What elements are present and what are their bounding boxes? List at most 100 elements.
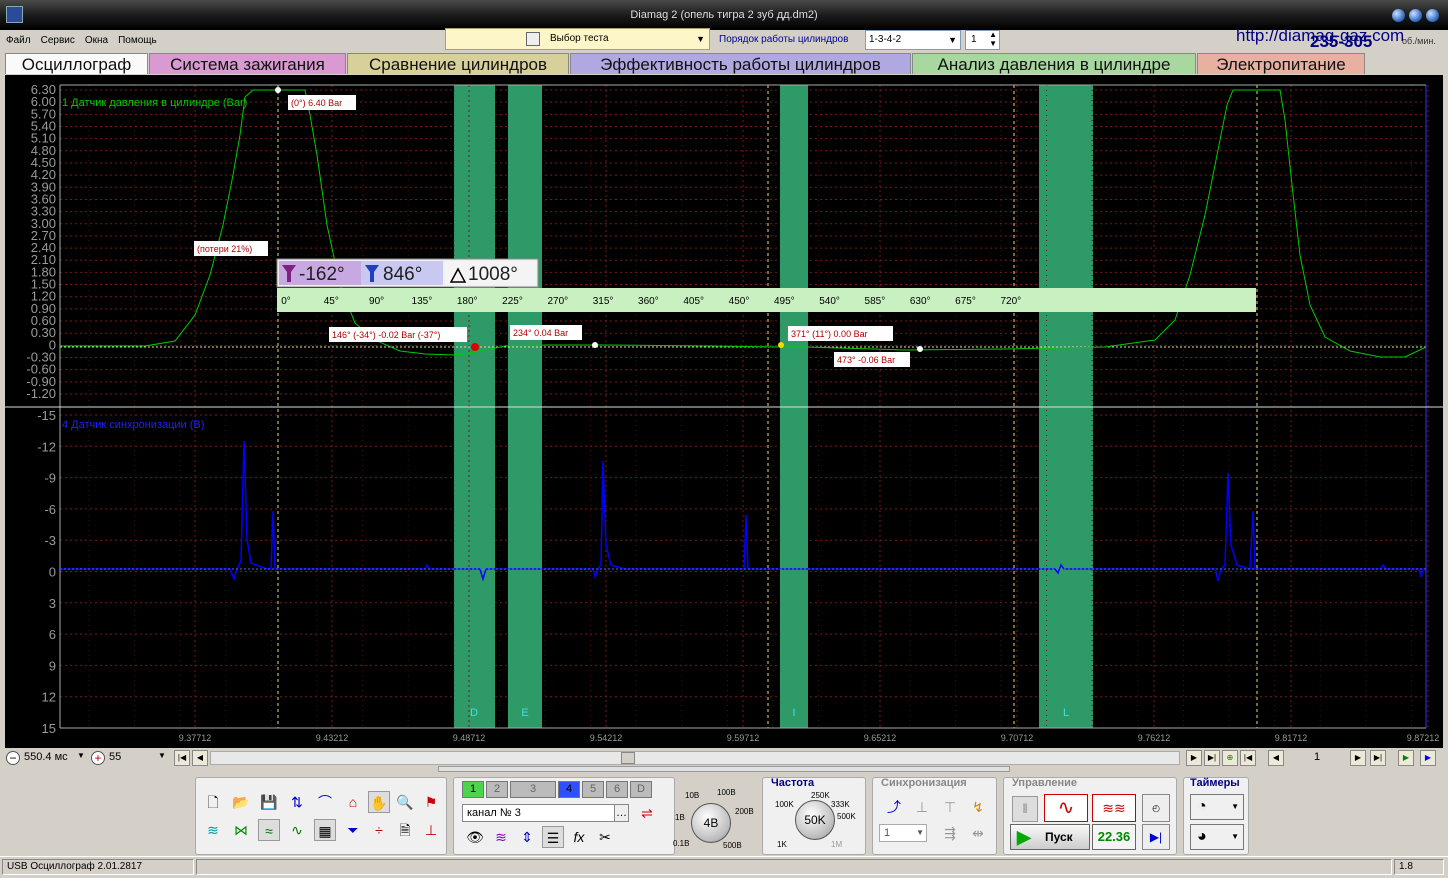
wave-icon[interactable]: ≈: [258, 819, 280, 841]
oscilloscope-display[interactable]: 6.30 6.00 5.70 5.40 5.10 4.80 4.50 4.20 3.90 3.60…: [5, 75, 1443, 748]
chevron-down-icon[interactable]: ▼: [158, 751, 166, 760]
cursor-tool-icon[interactable]: ⇅: [286, 791, 308, 813]
noise-icon[interactable]: ≋: [490, 826, 512, 848]
tab-oscilloscope[interactable]: Осциллограф: [5, 53, 148, 74]
marker-dot-red[interactable]: [471, 343, 479, 351]
save-icon[interactable]: 💾: [258, 791, 280, 813]
menu-windows[interactable]: Окна: [79, 31, 112, 51]
title-bar: Diamag 2 (опель тигра 2 зуб дд.dm2): [0, 0, 1448, 30]
channel-select[interactable]: канал № 3 …: [462, 804, 629, 822]
zoom-value[interactable]: 55: [109, 751, 121, 763]
sync-edge-icon[interactable]: ⊥: [911, 796, 933, 818]
zoom-out-icon[interactable]: −: [6, 751, 20, 765]
ellipsis-icon[interactable]: …: [614, 805, 628, 821]
channel-button-3[interactable]: 3: [510, 781, 556, 798]
page-prev-button[interactable]: ◀: [1268, 750, 1284, 766]
menu-service[interactable]: Сервис: [35, 31, 79, 51]
channel-button-4[interactable]: 4: [558, 781, 580, 798]
play-fast-button[interactable]: ▶: [1420, 750, 1436, 766]
tab-ignition[interactable]: Система зажигания: [149, 53, 346, 74]
page-first-button[interactable]: |◀: [1240, 750, 1256, 766]
marker-dot[interactable]: [275, 87, 281, 93]
probe-icon[interactable]: ⇌: [636, 802, 658, 824]
open-folder-icon[interactable]: 📂: [230, 791, 252, 813]
tab-pressure-analysis[interactable]: Анализ давления в цилиндре: [912, 53, 1196, 74]
menu-help[interactable]: Помощь: [112, 31, 161, 51]
channel-button-1[interactable]: 1: [462, 781, 484, 798]
channel-button-6[interactable]: 6: [606, 781, 628, 798]
auto-step-button[interactable]: ▶|: [1142, 824, 1170, 850]
degree-tick-label: 360°: [638, 296, 659, 307]
scroll-prev-button[interactable]: ◀: [192, 750, 208, 766]
flag-icon[interactable]: ⚑: [420, 791, 442, 813]
function-icon[interactable]: fx: [568, 826, 590, 848]
minimize-button[interactable]: [1392, 9, 1405, 22]
sync-group: Синхронизация ⤴ ⊥ ⊤ ↯ 1 ▼ ⇶ ⇹: [872, 777, 997, 855]
sync-select[interactable]: 1 ▼: [879, 824, 927, 842]
play-button[interactable]: ▶: [1398, 750, 1414, 766]
scroll-first-button[interactable]: |◀: [174, 750, 190, 766]
grid-icon[interactable]: ▦: [314, 819, 336, 841]
timer2-button[interactable]: ◕ ▼: [1190, 824, 1244, 850]
frequency-knob[interactable]: 50K: [795, 800, 835, 840]
eye-icon[interactable]: 👁: [464, 826, 486, 848]
marker-dot[interactable]: [592, 342, 598, 348]
degree-tick-label: 45°: [324, 296, 339, 307]
timebase-value[interactable]: 550.4 мс: [24, 751, 68, 763]
tab-cylinder-efficiency[interactable]: Эффективность работы цилиндров: [570, 53, 911, 74]
noise-mode-button[interactable]: ≋≋: [1092, 794, 1136, 822]
document-icon[interactable]: 🗎: [394, 819, 416, 841]
app-icon[interactable]: [6, 6, 23, 23]
new-file-icon[interactable]: 🗋: [202, 791, 224, 813]
sync-level-icon[interactable]: ⇶: [939, 822, 961, 844]
cursor-filter-icon[interactable]: ⏷: [342, 819, 364, 841]
zoom-in-icon[interactable]: +: [91, 751, 105, 765]
timer1-button[interactable]: ◔ ▼: [1190, 794, 1244, 820]
page-last-button[interactable]: ▶|: [1370, 750, 1386, 766]
scrollbar-track[interactable]: [210, 751, 1180, 765]
lines-icon[interactable]: ☰: [542, 826, 564, 848]
channel-button-2[interactable]: 2: [486, 781, 508, 798]
hand-tool-icon[interactable]: ✋: [368, 791, 390, 813]
maximize-button[interactable]: [1409, 9, 1422, 22]
chevron-down-icon[interactable]: ▼: [77, 751, 85, 760]
menu-file[interactable]: Файл: [0, 31, 35, 51]
crossover-icon[interactable]: ⋈: [230, 819, 252, 841]
zero-icon[interactable]: ⊥: [420, 819, 442, 841]
vertical-move-icon[interactable]: ⇕: [516, 826, 538, 848]
panel-splitter[interactable]: [438, 766, 1010, 772]
volt-option: 200В: [735, 807, 754, 816]
chevron-down-icon: ▼: [1231, 832, 1239, 841]
sync-arrows-icon[interactable]: ⇹: [967, 822, 989, 844]
marker-dot-yellow[interactable]: [778, 342, 784, 348]
page-add-button[interactable]: ⊕: [1222, 750, 1238, 766]
cylinder-order-select[interactable]: 1-3-4-2 ▼: [865, 30, 961, 50]
scroll-next-button[interactable]: ▶: [1186, 750, 1202, 766]
scroll-last-button[interactable]: ▶|: [1204, 750, 1220, 766]
marker-dot[interactable]: [917, 346, 923, 352]
auto-mode-button[interactable]: ◴: [1142, 794, 1170, 822]
tab-cylinder-compare[interactable]: Сравнение цилиндров: [347, 53, 569, 74]
sine-mode-button[interactable]: ∿: [1044, 794, 1088, 822]
sync-fall-icon[interactable]: ⊤: [939, 796, 961, 818]
channel-button-d[interactable]: D: [630, 781, 652, 798]
sine-icon[interactable]: ∿: [286, 819, 308, 841]
start-button[interactable]: ▶ Пуск: [1010, 824, 1090, 850]
test-select[interactable]: Выбор теста ▼: [445, 28, 710, 50]
auto-icon[interactable]: ⌂: [342, 791, 364, 813]
page-next-button[interactable]: ▶: [1350, 750, 1366, 766]
close-button[interactable]: [1426, 9, 1439, 22]
filter-icon[interactable]: ≋: [202, 819, 224, 841]
channel-button-5[interactable]: 5: [582, 781, 604, 798]
sync-rise-icon[interactable]: ⤴: [883, 796, 905, 818]
tools-icon[interactable]: ✂: [594, 826, 616, 848]
voltage-knob[interactable]: 4В: [691, 803, 731, 843]
divide-icon[interactable]: ÷: [368, 819, 390, 841]
magnifier-icon[interactable]: 🔍: [394, 791, 416, 813]
cylinder-number-stepper[interactable]: 1 ▲ ▼: [965, 30, 1000, 50]
tab-power-supply[interactable]: Электропитание: [1197, 53, 1365, 74]
pause-button[interactable]: ‖: [1012, 796, 1038, 822]
arc-tool-icon[interactable]: ⌒: [314, 791, 336, 813]
scrollbar-thumb[interactable]: [621, 752, 635, 764]
sync-auto-icon[interactable]: ↯: [967, 796, 989, 818]
